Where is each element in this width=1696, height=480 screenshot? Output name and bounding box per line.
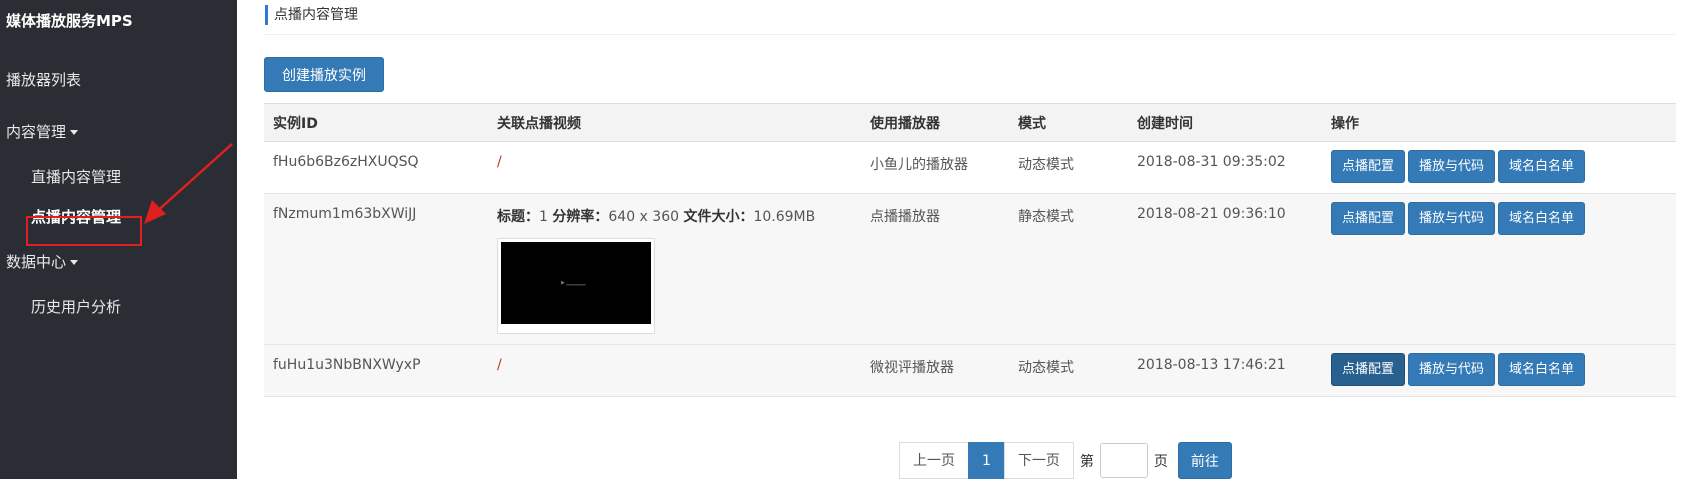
linked-video: 标题：1 分辨率：640 x 360 文件大小：10.69MB ▶ ▁▁▁▁▁: [488, 193, 861, 345]
page-prefix-label: 第: [1079, 453, 1094, 470]
mode: 动态模式: [1009, 344, 1128, 397]
video-frame: ▶ ▁▁▁▁▁: [501, 242, 651, 324]
sidebar-item-label: 直播内容管理: [31, 168, 122, 186]
video-thumbnail[interactable]: ▶ ▁▁▁▁▁: [497, 238, 655, 334]
sidebar-item-label: 播放器列表: [6, 71, 82, 89]
sidebar-item-label: 内容管理: [6, 123, 67, 141]
play-and-code-button[interactable]: 播放与代码: [1408, 202, 1496, 235]
divider: [265, 34, 1675, 35]
column-header: 使用播放器: [861, 103, 1009, 142]
sidebar-item-data-center[interactable]: 数据中心: [6, 251, 79, 272]
sidebar-item-history-user-analysis[interactable]: 历史用户分析: [31, 296, 121, 317]
linked-video: /: [488, 344, 861, 397]
play-and-code-button[interactable]: 播放与代码: [1408, 150, 1496, 183]
column-header: 操作: [1322, 103, 1676, 142]
player-name: 点播播放器: [861, 193, 1009, 345]
vod-config-button[interactable]: 点播配置: [1331, 202, 1406, 235]
sidebar-item-content-management[interactable]: 内容管理: [6, 121, 79, 142]
page-number-1[interactable]: 1: [968, 442, 1005, 479]
domain-whitelist-button[interactable]: 域名白名单: [1498, 202, 1586, 235]
brand-title: 媒体播放服务MPS: [6, 12, 133, 30]
mode: 静态模式: [1009, 193, 1128, 345]
table-row: fHu6b6Bz6zHXUQSQ / 小鱼儿的播放器 动态模式 2018-08-…: [264, 141, 1676, 194]
row-actions: 点播配置 播放与代码 域名白名单: [1322, 193, 1676, 345]
column-header: 创建时间: [1128, 103, 1322, 142]
domain-whitelist-button[interactable]: 域名白名单: [1498, 353, 1586, 386]
column-header: 模式: [1009, 103, 1128, 142]
created-time: 2018-08-21 09:36:10: [1128, 193, 1322, 345]
instance-id: fNzmum1m63bXWiJJ: [264, 193, 488, 345]
column-header: 关联点播视频: [488, 103, 861, 142]
next-page-button[interactable]: 下一页: [1003, 442, 1074, 479]
prev-page-button[interactable]: 上一页: [899, 442, 969, 479]
vod-config-button[interactable]: 点播配置: [1331, 150, 1406, 183]
page-suffix-label: 页: [1153, 453, 1168, 470]
sidebar-item-label: 历史用户分析: [31, 298, 122, 316]
sidebar: 媒体播放服务MPS 播放器列表 内容管理 直播内容管理 点播内容管理 数据中心 …: [0, 0, 237, 479]
player-name: 小鱼儿的播放器: [861, 141, 1009, 194]
row-actions: 点播配置 播放与代码 域名白名单: [1322, 344, 1676, 397]
page-jump-input[interactable]: [1099, 443, 1148, 478]
video-meta: 标题：1 分辨率：640 x 360 文件大小：10.69MB: [497, 209, 816, 225]
main-content: 点播内容管理 创建播放实例 实例ID 关联点播视频 使用播放器 模式 创建时间 …: [237, 0, 1696, 479]
caret-down-icon: [70, 260, 79, 265]
table-row: fNzmum1m63bXWiJJ 标题：1 分辨率：640 x 360 文件大小…: [264, 193, 1676, 345]
pagination: 上一页 1 下一页 第 页 前往: [899, 442, 1232, 479]
mode: 动态模式: [1009, 141, 1128, 194]
column-header: 实例ID: [264, 103, 488, 142]
annotation-arrow-icon: [144, 143, 233, 224]
vod-config-button[interactable]: 点播配置: [1331, 353, 1406, 386]
instance-table: 实例ID 关联点播视频 使用播放器 模式 创建时间 操作 fHu6b6Bz6zH…: [264, 103, 1676, 397]
player-name: 微视评播放器: [861, 344, 1009, 397]
sidebar-item-label: 数据中心: [6, 253, 67, 271]
table-header-row: 实例ID 关联点播视频 使用播放器 模式 创建时间 操作: [264, 103, 1676, 142]
page-title: 点播内容管理: [265, 5, 358, 25]
instance-id: fHu6b6Bz6zHXUQSQ: [264, 141, 488, 194]
highlight-box: [26, 216, 142, 246]
instance-id: fuHu1u3NbBNXWyxP: [264, 344, 488, 397]
play-and-code-button[interactable]: 播放与代码: [1408, 353, 1496, 386]
row-actions: 点播配置 播放与代码 域名白名单: [1322, 141, 1676, 194]
domain-whitelist-button[interactable]: 域名白名单: [1498, 150, 1586, 183]
linked-video: /: [488, 141, 861, 194]
sidebar-item-player-list[interactable]: 播放器列表: [6, 69, 81, 90]
create-instance-button[interactable]: 创建播放实例: [264, 57, 384, 92]
go-page-button[interactable]: 前往: [1177, 442, 1232, 479]
table-row: fuHu1u3NbBNXWyxP / 微视评播放器 动态模式 2018-08-1…: [264, 344, 1676, 397]
sidebar-item-live-content[interactable]: 直播内容管理: [31, 166, 121, 187]
created-time: 2018-08-13 17:46:21: [1128, 344, 1322, 397]
created-time: 2018-08-31 09:35:02: [1128, 141, 1322, 194]
caret-down-icon: [70, 130, 79, 135]
